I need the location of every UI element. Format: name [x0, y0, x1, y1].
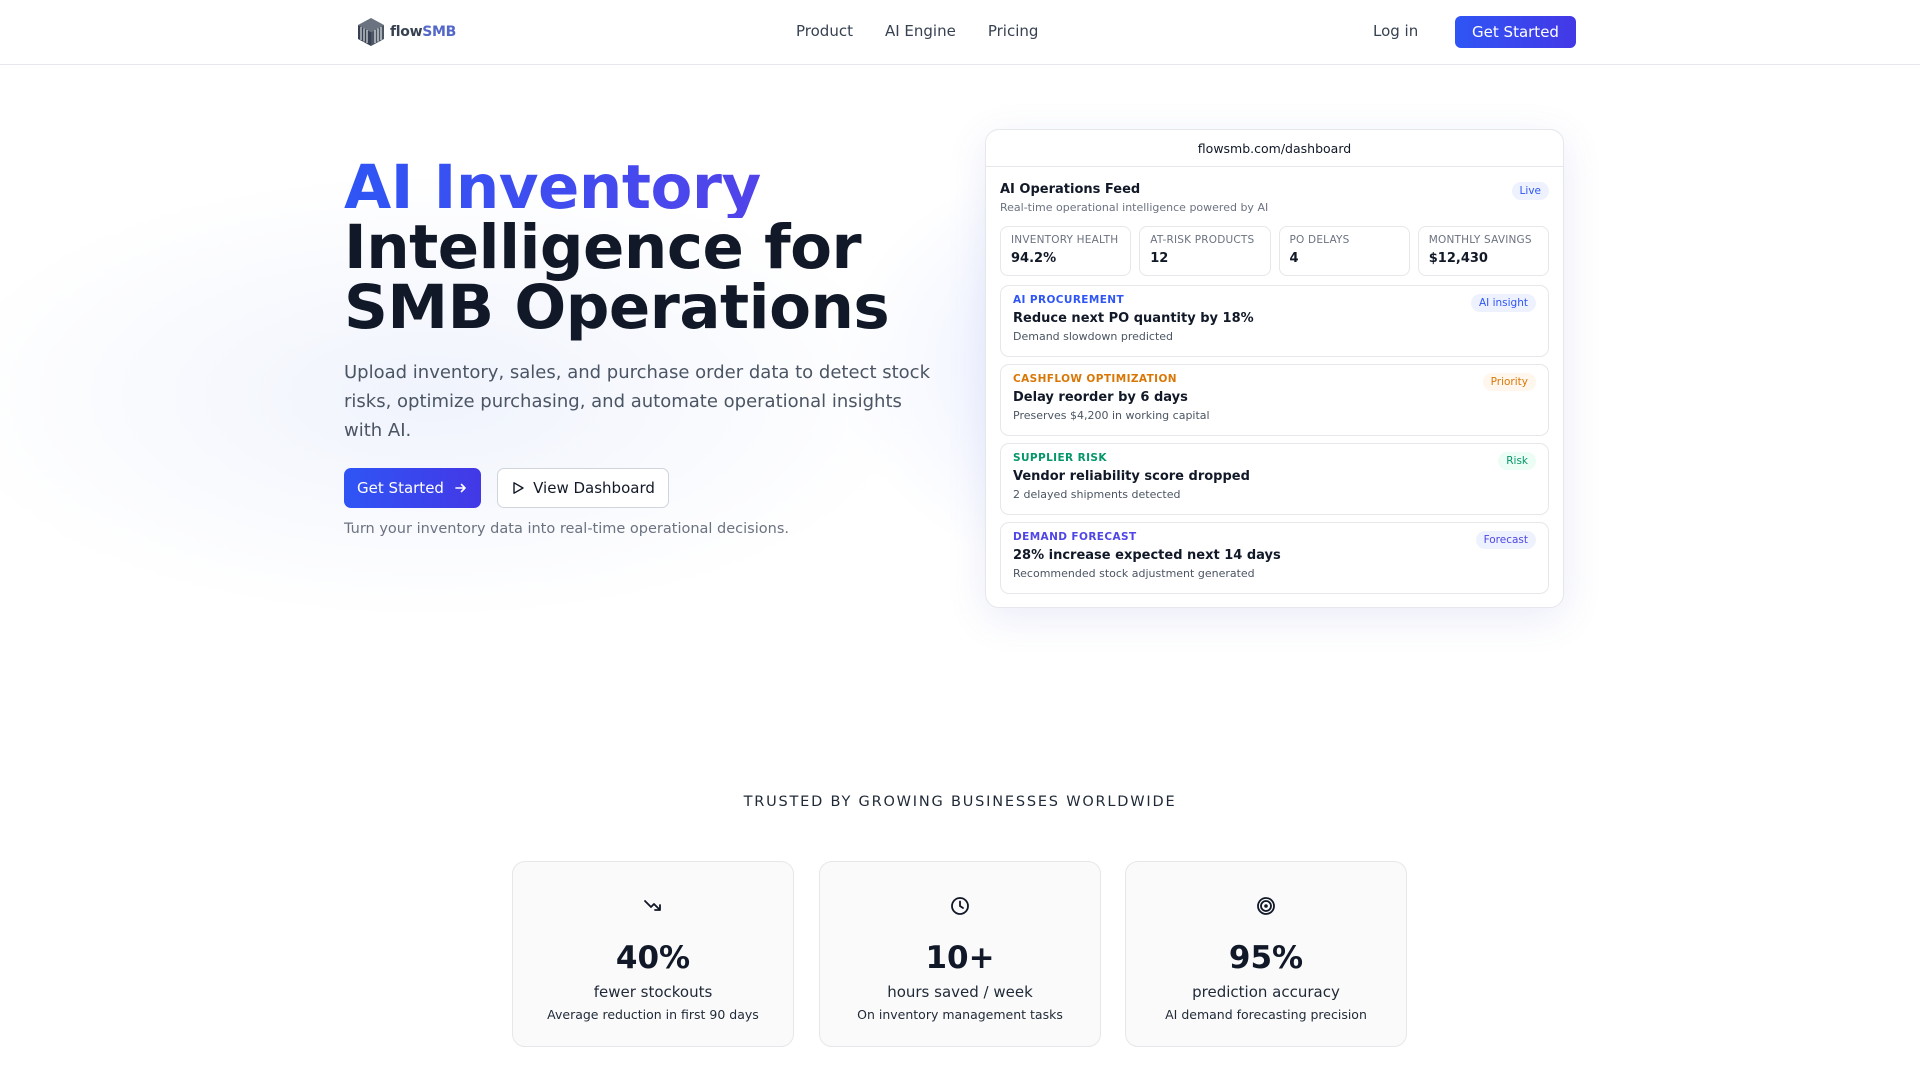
stat-description: Average reduction in first 90 days	[547, 1007, 759, 1022]
insight-description: Preserves $4,200 in working capital	[1013, 409, 1210, 422]
insight-title: Reduce next PO quantity by 18%	[1013, 311, 1254, 326]
insight-tag: Risk	[1498, 452, 1536, 470]
insight-tag: AI insight	[1470, 294, 1536, 312]
stat-card-hours-saved: 10+ hours saved / week On inventory mana…	[819, 861, 1101, 1047]
insight-description: Recommended stock adjustment generated	[1013, 567, 1255, 580]
trending-down-icon	[644, 900, 661, 911]
insight-category: SUPPLIER RISK	[1013, 452, 1107, 464]
hero-subtitle: Upload inventory, sales, and purchase or…	[344, 362, 930, 441]
nav-link-ai-engine[interactable]: AI Engine	[885, 22, 956, 40]
kpi-label: MONTHLY SAVINGS	[1428, 234, 1532, 246]
login-link[interactable]: Log in	[1373, 22, 1418, 40]
live-badge: Live	[1511, 182, 1549, 200]
insight-description: Demand slowdown predicted	[1013, 330, 1174, 343]
stat-value: 10+	[925, 940, 995, 976]
clock-icon	[951, 897, 969, 915]
stat-value: 40%	[615, 940, 691, 976]
insight-card-procurement[interactable]: AI PROCUREMENT Reduce next PO quantity b…	[1000, 285, 1549, 357]
hero-title: AI Inventory Intelligence for SMB Operat…	[344, 157, 890, 343]
feed-subtitle: Real-time operational intelligence power…	[1000, 201, 1269, 214]
top-nav: flowSMB Product AI Engine Pricing Log in…	[0, 0, 1920, 65]
kpi-row: INVENTORY HEALTH 94.2% AT-RISK PRODUCTS …	[1000, 226, 1549, 276]
stat-label: fewer stockouts	[593, 983, 713, 1001]
insight-card-cashflow[interactable]: CASHFLOW OPTIMIZATION Delay reorder by 6…	[1000, 364, 1549, 436]
insight-title: 28% increase expected next 14 days	[1013, 548, 1281, 563]
nav-links: Product AI Engine Pricing	[796, 22, 1038, 40]
hero-title-line-2: Intelligence for	[344, 212, 862, 283]
stat-description: On inventory management tasks	[857, 1007, 1063, 1022]
brand-logo[interactable]: flowSMB	[356, 16, 456, 48]
insight-description: 2 delayed shipments detected	[1013, 488, 1181, 501]
insight-category: CASHFLOW OPTIMIZATION	[1013, 373, 1177, 385]
arrow-right-icon	[455, 483, 466, 493]
kpi-value: 4	[1289, 251, 1299, 266]
insight-card-demand-forecast[interactable]: DEMAND FORECAST 28% increase expected ne…	[1000, 522, 1549, 594]
insight-tag: Forecast	[1475, 531, 1536, 549]
insight-category: DEMAND FORECAST	[1013, 531, 1137, 543]
nav-get-started-button[interactable]: Get Started	[1455, 16, 1576, 48]
hero-title-line-3: SMB Operations	[344, 272, 890, 343]
cube-logo-icon	[358, 18, 384, 46]
stat-card-stockouts: 40% fewer stockouts Average reduction in…	[512, 861, 794, 1047]
view-dashboard-label: View Dashboard	[533, 479, 655, 497]
stat-card-prediction-accuracy: 95% prediction accuracy AI demand foreca…	[1125, 861, 1407, 1047]
stat-value: 95%	[1228, 940, 1304, 976]
kpi-at-risk-products: AT-RISK PRODUCTS 12	[1139, 226, 1271, 276]
insight-category: AI PROCUREMENT	[1013, 294, 1125, 306]
nav-link-pricing[interactable]: Pricing	[988, 22, 1039, 40]
feed-title: AI Operations Feed	[1000, 182, 1141, 197]
insight-tag: Priority	[1482, 373, 1536, 391]
hero-background	[0, 66, 1920, 666]
insight-card-supplier-risk[interactable]: SUPPLIER RISK Vendor reliability score d…	[1000, 443, 1549, 515]
stat-description: AI demand forecasting precision	[1165, 1007, 1367, 1022]
insight-title: Delay reorder by 6 days	[1013, 390, 1188, 405]
kpi-po-delays: PO DELAYS 4	[1278, 226, 1410, 276]
kpi-label: INVENTORY HEALTH	[1011, 234, 1119, 246]
feed-header: AI Operations Feed Real-time operational…	[1000, 182, 1268, 214]
kpi-label: PO DELAYS	[1289, 234, 1350, 246]
trusted-heading: TRUSTED BY GROWING BUSINESSES WORLDWIDE	[743, 794, 1177, 810]
insight-title: Vendor reliability score dropped	[1013, 469, 1250, 484]
stat-label: prediction accuracy	[1192, 983, 1340, 1001]
kpi-value: 12	[1150, 251, 1169, 266]
kpi-monthly-savings: MONTHLY SAVINGS $12,430	[1417, 226, 1549, 276]
hero-tagline: Turn your inventory data into real-time …	[344, 521, 789, 537]
play-icon	[513, 482, 524, 494]
dashboard-preview: flowsmb.com/dashboard AI Operations Feed…	[985, 129, 1564, 608]
stat-label: hours saved / week	[887, 983, 1033, 1001]
hero-get-started-label: Get Started	[357, 479, 444, 497]
hero-title-accent: AI Inventory	[344, 157, 889, 218]
target-icon	[1257, 897, 1275, 915]
kpi-value: $12,430	[1428, 251, 1488, 266]
kpi-label: AT-RISK PRODUCTS	[1150, 234, 1255, 246]
hero-get-started-button[interactable]: Get Started	[344, 468, 481, 508]
kpi-value: 94.2%	[1011, 251, 1057, 266]
brand-name: flowSMB	[390, 24, 457, 40]
nav-link-product[interactable]: Product	[796, 22, 853, 40]
dashboard-url-bar: flowsmb.com/dashboard	[986, 130, 1563, 167]
kpi-inventory-health: INVENTORY HEALTH 94.2%	[1000, 226, 1132, 276]
view-dashboard-button[interactable]: View Dashboard	[497, 468, 669, 508]
